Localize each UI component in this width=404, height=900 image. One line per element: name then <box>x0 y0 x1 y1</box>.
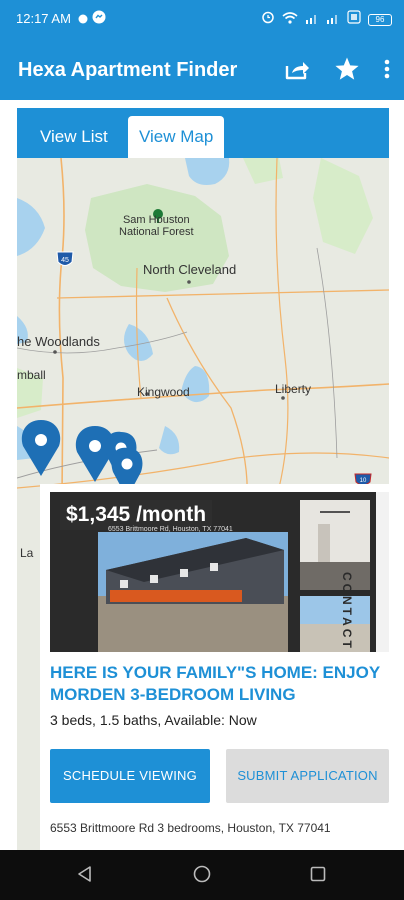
messenger-icon <box>92 10 106 29</box>
battery-indicator: 96 <box>368 13 392 26</box>
map-label-kingwood: Kingwood <box>137 385 190 399</box>
interstate-shield-45-icon: 45 <box>56 251 74 266</box>
submit-application-button[interactable]: SUBMIT APPLICATION <box>226 749 389 803</box>
photo-caption: 6553 Brittmoore Rd, Houston, TX 77041 <box>108 526 233 533</box>
star-icon[interactable] <box>334 56 360 87</box>
map-label-tomball: mball <box>17 368 46 382</box>
tab-strip: View List View Map <box>17 108 389 158</box>
system-nav-bar <box>0 850 404 900</box>
map-label-liberty: Liberty <box>275 382 312 396</box>
listing-address: 6553 Brittmoore Rd 3 bedrooms, Houston, … <box>50 821 331 835</box>
shield-label-45: 45 <box>61 257 69 264</box>
volte-icon <box>347 10 361 29</box>
back-icon[interactable] <box>76 865 94 888</box>
recents-icon[interactable] <box>309 865 327 888</box>
whatsapp-icon <box>78 11 88 29</box>
tab-view-list[interactable]: View List <box>29 116 119 158</box>
app-title: Hexa Apartment Finder <box>18 59 238 81</box>
tab-view-map[interactable]: View Map <box>128 116 225 158</box>
share-icon[interactable] <box>284 57 310 86</box>
signal-icon <box>326 11 340 29</box>
map-label-north-cleveland: North Cleveland <box>143 262 237 277</box>
app-bar: Hexa Apartment Finder <box>0 38 404 100</box>
map-label-la: La <box>20 546 34 560</box>
listing-details: 3 beds, 1.5 baths, Available: Now <box>50 712 257 728</box>
schedule-viewing-button[interactable]: SCHEDULE VIEWING <box>50 749 210 803</box>
alarm-icon <box>261 10 275 29</box>
contact-now-watermark: CONTACT NOW <box>340 572 354 652</box>
listing-title[interactable]: HERE IS YOUR FAMILY"S HOME: ENJOY MORDEN… <box>50 662 389 706</box>
signal-icon <box>305 11 319 29</box>
map-label-the-woodlands: he Woodlands <box>17 334 100 349</box>
listing-card[interactable]: $1,345 /month 6553 Brittmoore Rd, Housto… <box>40 484 389 850</box>
listing-photo-collage[interactable]: $1,345 /month 6553 Brittmoore Rd, Housto… <box>50 492 389 652</box>
status-time: 12:17 AM <box>16 11 71 26</box>
more-vert-icon[interactable] <box>384 59 390 84</box>
wifi-icon <box>282 11 298 29</box>
status-bar: 12:17 AM 96 <box>0 0 404 38</box>
home-icon[interactable] <box>193 865 211 888</box>
map-label-forest: Sam Houston National Forest <box>119 214 194 238</box>
